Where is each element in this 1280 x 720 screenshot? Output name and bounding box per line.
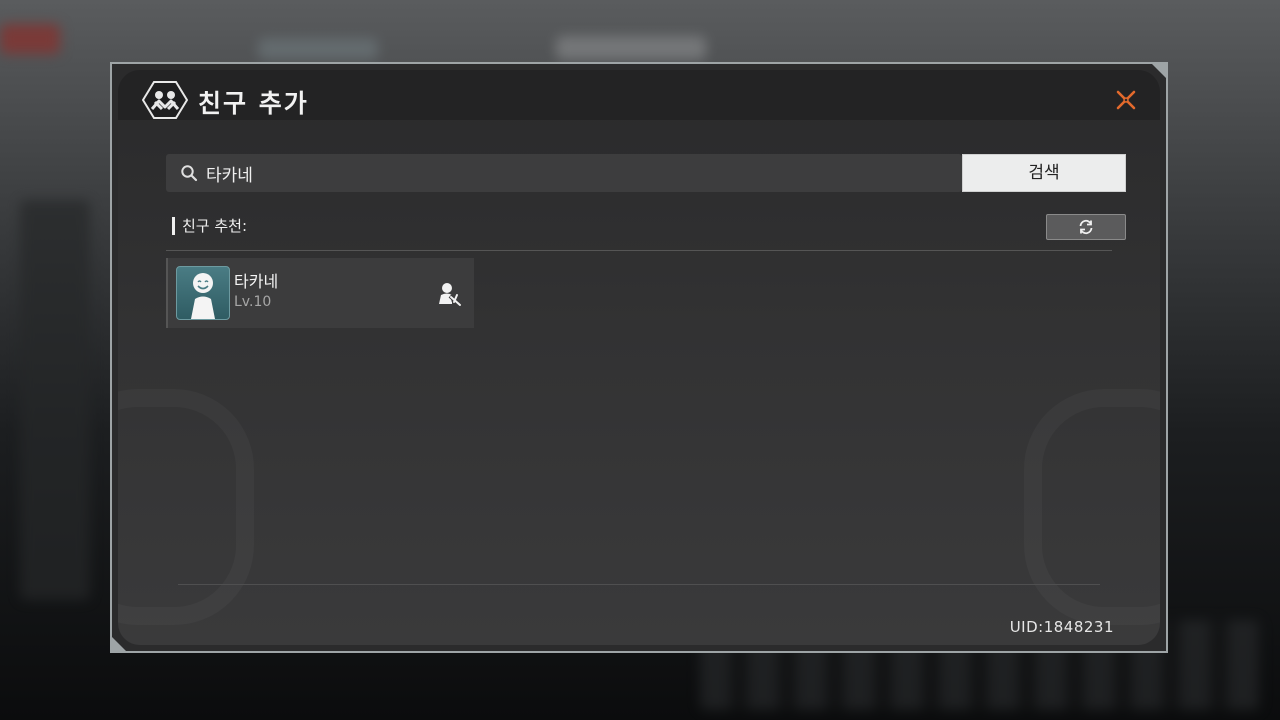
- friend-card[interactable]: 타카네 Lv.10: [166, 258, 474, 328]
- search-button[interactable]: 검색: [962, 154, 1126, 192]
- refresh-button[interactable]: [1046, 214, 1126, 240]
- decorative-ornament: [118, 389, 254, 625]
- dialog-body: 친구 추가 검색 친구 추천:: [118, 70, 1160, 645]
- divider: [178, 584, 1100, 585]
- dialog-header: 친구 추가: [118, 70, 1160, 120]
- avatar: [176, 266, 230, 320]
- dialog-title: 친구 추가: [198, 89, 309, 118]
- friends-emblem-icon: [142, 81, 188, 119]
- background-blur: [20, 200, 90, 600]
- decorative-ornament: [1024, 389, 1160, 625]
- corner-decoration: [112, 637, 126, 651]
- friend-name: 타카네: [234, 272, 279, 291]
- search-bar: [166, 154, 962, 192]
- search-icon: [181, 165, 198, 182]
- uid-label: UID:1848231: [1009, 618, 1114, 636]
- recommend-label: 친구 추천:: [172, 217, 247, 235]
- background-blur: [556, 36, 706, 60]
- avatar-icon: [191, 273, 215, 319]
- friend-level: Lv.10: [234, 294, 272, 310]
- add-friend-dialog: 친구 추가 검색 친구 추천:: [110, 62, 1168, 653]
- add-friend-icon[interactable]: [436, 280, 464, 308]
- corner-decoration: [1152, 64, 1166, 78]
- divider: [166, 250, 1112, 251]
- close-icon[interactable]: [1114, 88, 1138, 112]
- search-input[interactable]: [206, 154, 946, 192]
- background-blur: [0, 24, 60, 54]
- refresh-icon: [1079, 219, 1093, 235]
- background-blur: [258, 38, 378, 60]
